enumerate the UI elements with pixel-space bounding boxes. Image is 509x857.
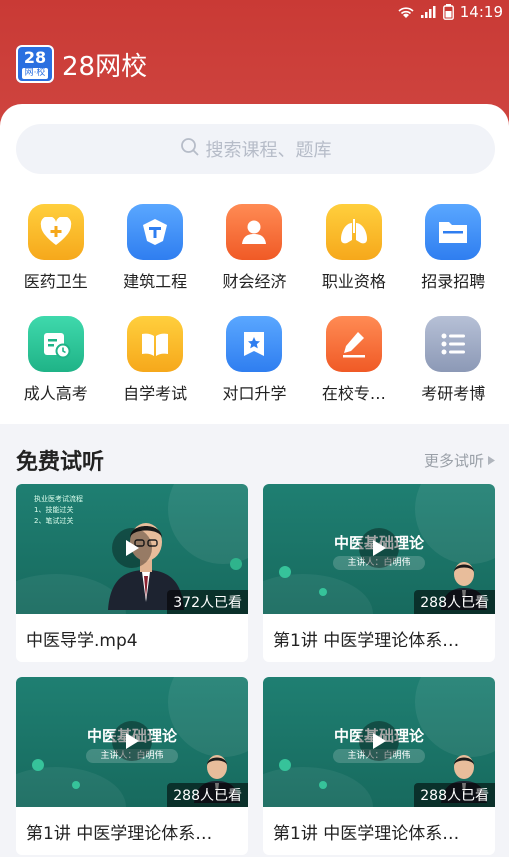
category-medicine[interactable]: 医药卫生 bbox=[6, 204, 105, 292]
status-bar: 14:19 bbox=[0, 0, 509, 24]
triangle-right-icon bbox=[488, 451, 495, 469]
person-icon bbox=[226, 204, 283, 260]
play-button[interactable] bbox=[112, 528, 152, 568]
category-label: 财会经济 bbox=[222, 272, 287, 291]
video-title: 第1讲 中医学理论体系… bbox=[273, 631, 460, 651]
app-name: 28网校 bbox=[62, 51, 148, 82]
star-bookmark-icon bbox=[226, 316, 283, 372]
heart-plus-icon bbox=[27, 204, 84, 260]
book-icon bbox=[127, 316, 184, 372]
video-thumbnail: 执业医考试流程 1、技能过关 2、笔试过关 372人已看 bbox=[16, 484, 248, 614]
category-construction[interactable]: 建筑工程 bbox=[105, 204, 204, 292]
play-button[interactable] bbox=[112, 721, 152, 761]
folder-icon bbox=[425, 204, 482, 260]
video-card[interactable]: 中医基础理论 主讲人：白明伟 288人已看 第1讲 中医学理论体系… bbox=[263, 484, 495, 662]
category-finance[interactable]: 财会经济 bbox=[205, 204, 304, 292]
search-placeholder: 搜索课程、题库 bbox=[205, 140, 332, 161]
category-postgraduate[interactable]: 考研考博 bbox=[404, 316, 503, 404]
slide-line: 执业医考试流程 bbox=[34, 495, 83, 503]
view-count: 288人已看 bbox=[414, 590, 495, 614]
category-label: 考研考博 bbox=[421, 384, 486, 403]
logo-sub: 网·校 bbox=[21, 67, 49, 79]
more-trial-link[interactable]: 更多试听 bbox=[424, 450, 495, 471]
logo-number: 28 bbox=[23, 47, 47, 67]
slide-line: 2、笔试过关 bbox=[34, 517, 74, 525]
battery-icon bbox=[442, 4, 454, 20]
category-vocational[interactable]: 职业资格 bbox=[304, 204, 403, 292]
video-thumbnail: 中医基础理论 主讲人：白明伟 288人已看 bbox=[263, 484, 495, 614]
more-label: 更多试听 bbox=[423, 451, 484, 470]
video-card[interactable]: 中医基础理论 主讲人：白明伟 288人已看 第1讲 中医学理论体系… bbox=[16, 677, 248, 855]
category-label: 在校专… bbox=[321, 384, 386, 403]
category-label: 职业资格 bbox=[321, 272, 386, 291]
list-icon bbox=[425, 316, 482, 372]
video-title: 第1讲 中医学理论体系… bbox=[273, 824, 460, 844]
video-title: 第1讲 中医学理论体系… bbox=[26, 824, 213, 844]
category-label: 成人高考 bbox=[23, 384, 88, 403]
shield-t-icon bbox=[127, 204, 184, 260]
category-adult-exam[interactable]: 成人高考 bbox=[6, 316, 105, 404]
category-vocational-upgrade[interactable]: 对口升学 bbox=[205, 316, 304, 404]
play-button[interactable] bbox=[359, 721, 399, 761]
view-count: 288人已看 bbox=[167, 783, 248, 807]
category-in-school[interactable]: 在校专… bbox=[304, 316, 403, 404]
lungs-icon bbox=[325, 204, 382, 260]
brand: 28 网·校 28网校 bbox=[16, 45, 147, 83]
video-thumbnail: 中医基础理论 主讲人：白明伟 288人已看 bbox=[263, 677, 495, 807]
video-card[interactable]: 中医基础理论 主讲人：白明伟 288人已看 第1讲 中医学理论体系… bbox=[263, 677, 495, 855]
category-grid: 医药卫生 建筑工程 财会经济 职业资格 招录招聘 成人高考 自学考试 对口升学 … bbox=[6, 204, 503, 404]
category-label: 医药卫生 bbox=[23, 272, 88, 291]
view-count: 288人已看 bbox=[414, 783, 495, 807]
video-thumbnail: 中医基础理论 主讲人：白明伟 288人已看 bbox=[16, 677, 248, 807]
slide-text: 执业医考试流程 1、技能过关 2、笔试过关 bbox=[34, 494, 83, 527]
video-card[interactable]: 执业医考试流程 1、技能过关 2、笔试过关 372人已看 中医导学.mp4 bbox=[16, 484, 248, 662]
signal-icon bbox=[420, 6, 437, 18]
category-label: 招录招聘 bbox=[421, 272, 486, 291]
status-time: 14:19 bbox=[459, 3, 503, 21]
category-label: 对口升学 bbox=[222, 384, 287, 403]
play-button[interactable] bbox=[359, 528, 399, 568]
video-title: 中医导学.mp4 bbox=[26, 631, 138, 651]
search-icon bbox=[180, 137, 200, 162]
main-panel: 搜索课程、题库 医药卫生 建筑工程 财会经济 职业资格 招录招聘 成人高考 自学… bbox=[0, 104, 509, 424]
category-label: 建筑工程 bbox=[123, 272, 188, 291]
calendar-icon bbox=[27, 316, 84, 372]
category-recruitment[interactable]: 招录招聘 bbox=[404, 204, 503, 292]
pencil-icon bbox=[325, 316, 382, 372]
category-label: 自学考试 bbox=[123, 384, 188, 403]
section-title: 免费试听 bbox=[16, 450, 105, 475]
wifi-icon bbox=[397, 5, 415, 19]
category-self-study[interactable]: 自学考试 bbox=[105, 316, 204, 404]
view-count: 372人已看 bbox=[167, 590, 248, 614]
app-logo: 28 网·校 bbox=[16, 45, 54, 83]
slide-line: 1、技能过关 bbox=[34, 506, 74, 514]
free-trial-header: 免费试听 更多试听 bbox=[16, 444, 495, 476]
search-input[interactable]: 搜索课程、题库 bbox=[16, 124, 495, 174]
